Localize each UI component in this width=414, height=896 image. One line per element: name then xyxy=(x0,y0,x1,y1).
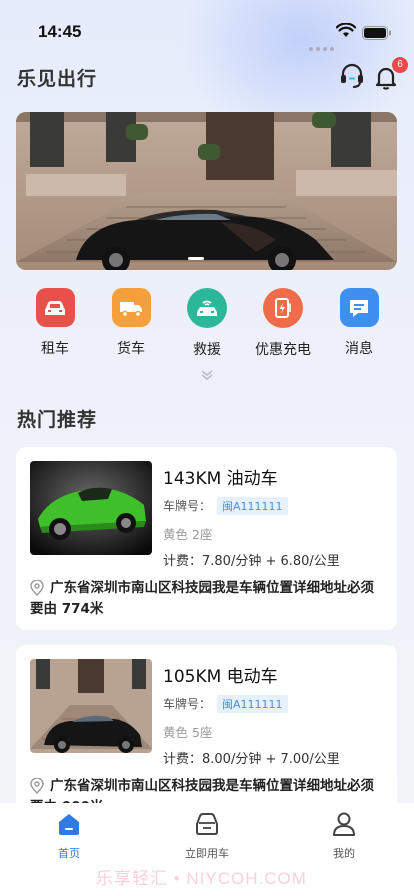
car-spec: 黄色 5座 xyxy=(163,725,213,740)
user-icon xyxy=(333,812,355,836)
car-image xyxy=(30,659,152,753)
car-card[interactable]: 143KM 油动车 车牌号： 闽A111111 黄色 2座 计费：7.80/分钟 … xyxy=(16,447,397,630)
quick-menu-label: 优惠充电 xyxy=(255,342,311,358)
plate-tag: 闽A111111 xyxy=(217,497,288,515)
plate-row: 车牌号： 闽A111111 xyxy=(163,497,288,515)
plate-tag: 闽A111111 xyxy=(217,695,288,713)
tab-use-car[interactable]: 立即用车 xyxy=(167,811,247,861)
quick-menu-rental[interactable]: 租车 xyxy=(20,288,90,358)
signal-dots-icon xyxy=(309,36,337,55)
plate-label: 车牌号： xyxy=(163,499,212,513)
customer-service-icon[interactable] xyxy=(338,62,366,90)
watermark-text: 乐享轻汇 • NIYCOH.COM xyxy=(96,869,307,888)
tab-label: 首页 xyxy=(58,847,80,860)
notification-badge: 6 xyxy=(392,57,408,73)
banner-image xyxy=(16,112,397,270)
quick-menu-label: 消息 xyxy=(345,341,373,357)
car-price: 计费：7.80/分钟 + 6.80/公里 xyxy=(163,554,340,569)
car-image xyxy=(30,461,152,555)
car-title: 143KM 油动车 xyxy=(163,469,278,489)
app-title: 乐见出行 xyxy=(17,68,98,90)
chevron-down-icon[interactable] xyxy=(200,368,214,382)
car-price: 计费：8.00/分钟 + 7.00/公里 xyxy=(163,752,340,767)
quick-menu-truck[interactable]: 货车 xyxy=(96,288,166,358)
message-icon xyxy=(339,288,379,327)
location-text: 广东省深圳市南山区科技园我是车辆位置详细地址必须要由 774米 xyxy=(30,580,374,617)
quick-menu-rescue[interactable]: 救援 xyxy=(172,288,242,359)
promo-banner[interactable] xyxy=(16,112,397,270)
car-icon xyxy=(35,288,75,327)
car-title: 105KM 电动车 xyxy=(163,667,278,687)
quick-menu-message[interactable]: 消息 xyxy=(324,288,394,358)
quick-menu-label: 救援 xyxy=(193,342,221,358)
quick-menu-label: 货车 xyxy=(117,341,145,357)
notification-button[interactable]: 6 xyxy=(372,57,408,92)
status-time: 14:45 xyxy=(38,22,82,41)
battery-icon xyxy=(362,26,391,40)
section-title: 热门推荐 xyxy=(17,409,98,431)
plate-row: 车牌号： 闽A111111 xyxy=(163,695,288,713)
tab-label: 立即用车 xyxy=(185,847,229,860)
quick-menu-charging[interactable]: 优惠充电 xyxy=(248,288,318,359)
location-pin-icon xyxy=(30,778,44,794)
location-row: 广东省深圳市南山区科技园我是车辆位置详细地址必须要由 774米 xyxy=(30,578,386,620)
tab-home[interactable]: 首页 xyxy=(29,811,109,861)
location-pin-icon xyxy=(30,580,44,596)
quick-menu-label: 租车 xyxy=(41,341,69,357)
car-front-icon xyxy=(196,813,218,835)
rescue-car-icon xyxy=(187,288,227,328)
tab-profile[interactable]: 我的 xyxy=(304,811,384,861)
status-bar: 14:45 xyxy=(0,0,414,54)
car-spec: 黄色 2座 xyxy=(163,527,213,542)
plate-label: 车牌号： xyxy=(163,697,212,711)
charging-icon xyxy=(263,288,303,328)
home-icon xyxy=(59,814,79,835)
tab-label: 我的 xyxy=(333,847,355,860)
banner-indicator[interactable] xyxy=(188,257,204,260)
wifi-icon xyxy=(336,23,356,37)
truck-icon xyxy=(111,288,151,327)
